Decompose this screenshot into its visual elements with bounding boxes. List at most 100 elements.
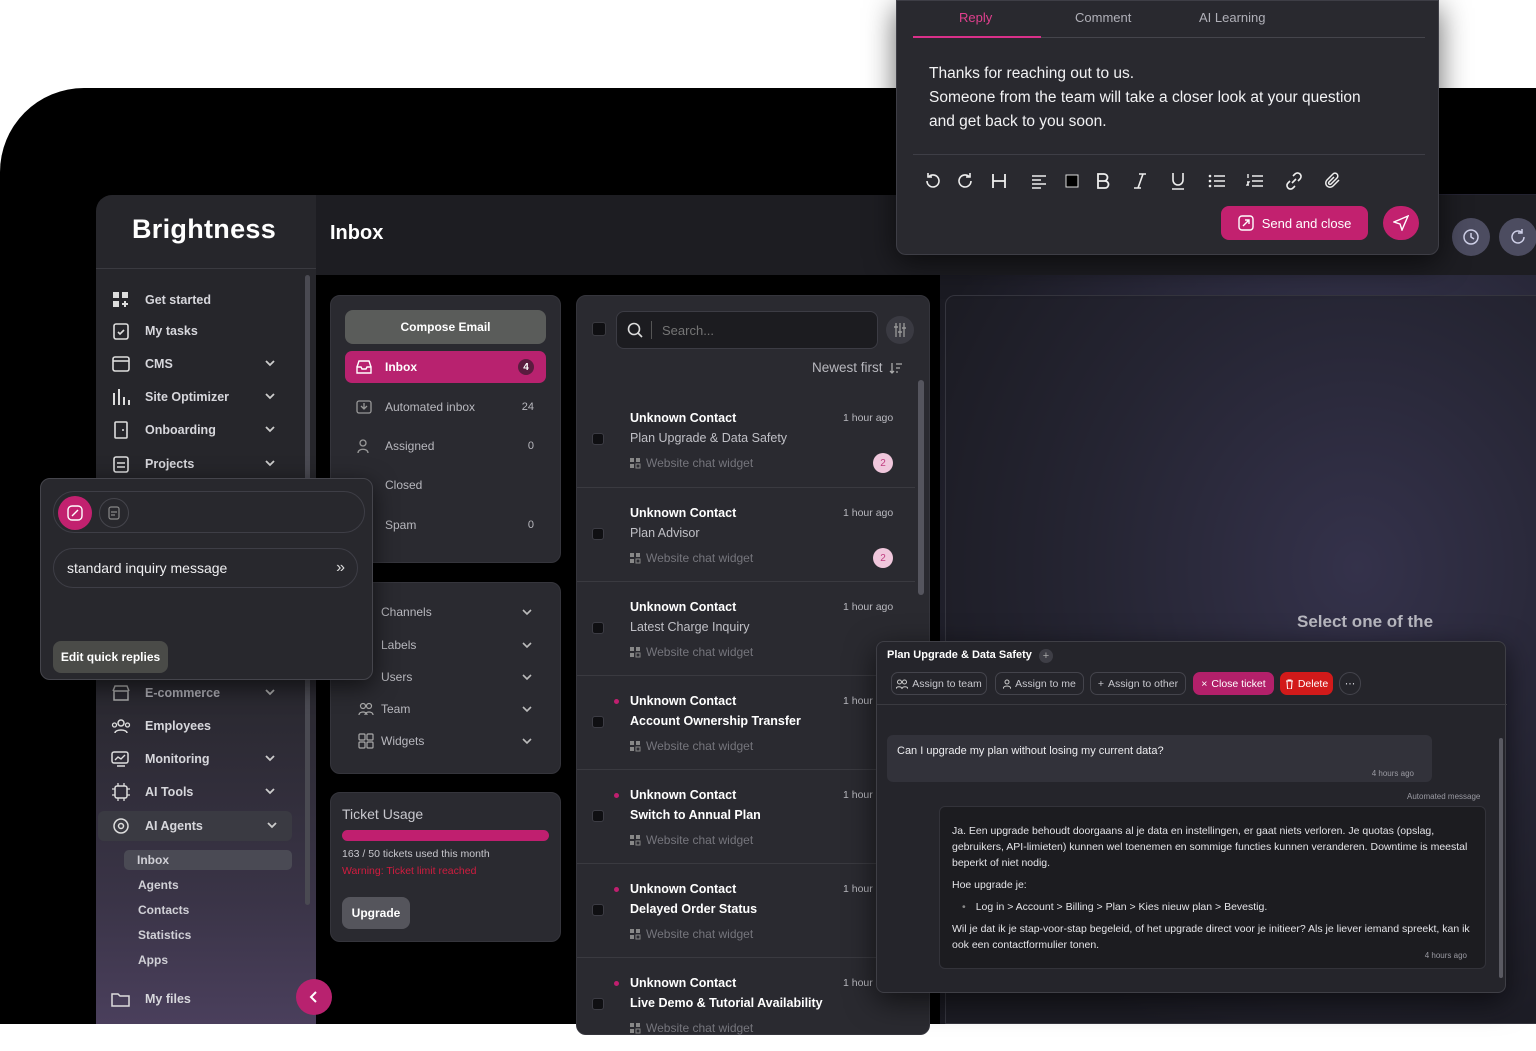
row-checkbox[interactable] bbox=[592, 622, 604, 634]
section-team[interactable]: Team bbox=[357, 697, 537, 721]
upgrade-button[interactable]: Upgrade bbox=[342, 897, 410, 929]
sidebar-subitem-contacts[interactable]: Contacts bbox=[124, 900, 292, 920]
paper-plane-icon bbox=[1393, 215, 1409, 231]
template-mode-button[interactable] bbox=[99, 498, 129, 528]
folder-closed[interactable]: Closed bbox=[345, 469, 546, 501]
assign-to-me-button[interactable]: Assign to me bbox=[995, 672, 1084, 695]
sidebar-item-e-commerce[interactable]: E-commerce bbox=[104, 678, 290, 708]
message-subject: Delayed Order Status bbox=[630, 902, 758, 916]
italic-button[interactable] bbox=[1129, 171, 1151, 191]
bold-button[interactable] bbox=[1092, 171, 1114, 191]
row-checkbox[interactable] bbox=[592, 810, 604, 822]
assign-to-team-button[interactable]: Assign to team bbox=[891, 672, 987, 695]
sidebar-item-label: E-commerce bbox=[145, 686, 221, 700]
search-input[interactable] bbox=[662, 322, 862, 338]
attach-button[interactable] bbox=[1322, 171, 1344, 191]
browser-icon bbox=[110, 354, 132, 374]
tab-comment[interactable]: Comment bbox=[1075, 10, 1131, 25]
sidebar-item-employees[interactable]: Employees bbox=[104, 711, 290, 741]
sidebar-subitem-inbox[interactable]: Inbox bbox=[124, 850, 292, 870]
tab-ai-learning[interactable]: AI Learning bbox=[1199, 10, 1266, 25]
edit-quick-replies-button[interactable]: Edit quick replies bbox=[53, 641, 168, 673]
sidebar-item-onboarding[interactable]: Onboarding bbox=[104, 415, 290, 445]
collapse-sidebar-button[interactable] bbox=[296, 979, 332, 1015]
assign-to-other-button[interactable]: + Assign to other bbox=[1090, 672, 1186, 695]
sidebar-item-ai-agents[interactable]: AI Agents bbox=[98, 811, 292, 841]
row-checkbox[interactable] bbox=[592, 998, 604, 1010]
compose-email-button[interactable]: Compose Email bbox=[345, 310, 546, 344]
quick-reply-item[interactable]: standard inquiry message » bbox=[53, 548, 358, 588]
list-scrollbar[interactable] bbox=[918, 380, 924, 595]
row-checkbox[interactable] bbox=[592, 433, 604, 445]
message-row[interactable]: Unknown Contact Switch to Annual Plan Webs… bbox=[577, 769, 915, 863]
chevron-down-icon bbox=[522, 738, 532, 745]
reply-editor: Reply Comment AI Learning Thanks for rea… bbox=[896, 0, 1439, 255]
message-row[interactable]: Unknown Contact Plan Advisor Website chat … bbox=[577, 487, 915, 581]
message-row[interactable]: Unknown Contact Account Ownership Transfe… bbox=[577, 675, 915, 769]
underline-button[interactable] bbox=[1167, 171, 1189, 191]
sidebar-subitem-apps[interactable]: Apps bbox=[124, 950, 292, 970]
reply-list-item: • Log in > Account > Billing > Plan > Ki… bbox=[952, 899, 1473, 915]
reply-text-area[interactable]: Thanks for reaching out to us. Someone f… bbox=[929, 62, 1361, 134]
history-button[interactable] bbox=[1452, 218, 1490, 256]
paperclip-icon bbox=[1325, 172, 1340, 188]
bullet-list-button[interactable] bbox=[1206, 171, 1228, 191]
ticket-scrollbar[interactable] bbox=[1499, 738, 1503, 978]
row-checkbox[interactable] bbox=[592, 904, 604, 916]
message-row[interactable]: Unknown Contact Latest Charge Inquiry Webs… bbox=[577, 581, 915, 675]
add-tag-button[interactable]: + bbox=[1039, 649, 1053, 663]
tab-reply[interactable]: Reply bbox=[959, 10, 992, 25]
message-row[interactable]: Unknown Contact Plan Upgrade & Data Safet… bbox=[577, 393, 915, 487]
sidebar-item-my-tasks[interactable]: My tasks bbox=[104, 316, 290, 346]
folder-automated-inbox[interactable]: Automated inbox 24 bbox=[345, 391, 546, 423]
link-button[interactable] bbox=[1283, 171, 1305, 191]
sidebar-subitem-agents[interactable]: Agents bbox=[124, 875, 292, 895]
folder-inbox[interactable]: Inbox 4 bbox=[345, 351, 546, 383]
refresh-button[interactable] bbox=[1499, 218, 1536, 256]
message-source: Website chat widget bbox=[630, 739, 753, 753]
message-row[interactable]: Unknown Contact Live Demo & Tutorial Avai… bbox=[577, 957, 915, 1051]
align-button[interactable] bbox=[1028, 171, 1050, 191]
text-color-button[interactable] bbox=[1061, 171, 1083, 191]
bullet-list-icon bbox=[1208, 174, 1225, 188]
filter-button[interactable] bbox=[886, 316, 914, 344]
folder-spam[interactable]: Spam 0 bbox=[345, 509, 546, 541]
inbox-icon bbox=[355, 360, 373, 374]
delete-ticket-button[interactable]: Delete bbox=[1280, 672, 1333, 695]
row-checkbox[interactable] bbox=[592, 716, 604, 728]
sidebar-item-monitoring[interactable]: Monitoring bbox=[104, 744, 290, 774]
close-ticket-button[interactable]: × Close ticket bbox=[1193, 672, 1274, 695]
redo-button[interactable] bbox=[955, 171, 977, 191]
italic-icon bbox=[1134, 173, 1146, 189]
section-labels[interactable]: Labels bbox=[381, 633, 537, 657]
brand-logo[interactable]: Brightness bbox=[132, 214, 276, 245]
send-and-close-button[interactable]: Send and close bbox=[1221, 206, 1368, 240]
chevron-down-icon bbox=[265, 426, 275, 433]
sidebar-item-site-optimizer[interactable]: Site Optimizer bbox=[104, 382, 290, 412]
sidebar-item-cms[interactable]: CMS bbox=[104, 349, 290, 379]
folder-assigned[interactable]: Assigned 0 bbox=[345, 430, 546, 462]
quick-reply-mode-button[interactable] bbox=[58, 496, 92, 530]
send-button[interactable] bbox=[1383, 206, 1419, 240]
chevron-down-icon bbox=[265, 360, 275, 367]
row-checkbox[interactable] bbox=[592, 528, 604, 540]
undo-button[interactable] bbox=[921, 171, 943, 191]
sort-dropdown[interactable]: Newest first bbox=[812, 360, 903, 375]
numbered-list-button[interactable] bbox=[1244, 171, 1266, 191]
section-widgets[interactable]: Widgets bbox=[357, 729, 537, 753]
sidebar-item-my-files[interactable]: My files bbox=[104, 984, 290, 1014]
search-box[interactable] bbox=[616, 311, 878, 349]
sidebar-item-ai-tools[interactable]: AI Tools bbox=[104, 777, 290, 807]
sidebar-subitem-statistics[interactable]: Statistics bbox=[124, 925, 292, 945]
sidebar-item-get-started[interactable]: Get started bbox=[104, 285, 290, 315]
section-channels[interactable]: Channels bbox=[381, 600, 537, 624]
sidebar-item-projects[interactable]: Projects bbox=[104, 449, 290, 479]
close-icon: × bbox=[1201, 677, 1208, 690]
folder-count: 4 bbox=[518, 359, 534, 375]
message-row[interactable]: Unknown Contact Delayed Order Status Websi… bbox=[577, 863, 915, 957]
heading-button[interactable] bbox=[988, 171, 1010, 191]
section-users[interactable]: Users bbox=[381, 665, 537, 689]
more-options-button[interactable]: ⋯ bbox=[1339, 672, 1361, 695]
link-icon bbox=[1286, 172, 1302, 190]
select-all-checkbox[interactable] bbox=[592, 322, 606, 336]
